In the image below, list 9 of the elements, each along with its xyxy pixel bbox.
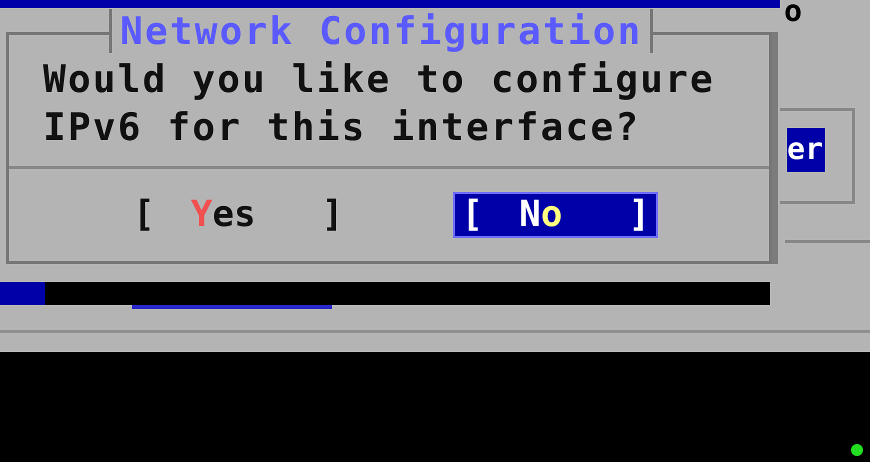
progress-fill — [0, 282, 45, 305]
dialog-button[interactable]: [ Yes ] — [127, 194, 350, 236]
dialog-message: IPv6 for this interface? — [43, 104, 642, 151]
status-led-icon — [851, 444, 863, 456]
background-button[interactable]: er — [787, 128, 826, 172]
dialog-button[interactable]: [ No ] — [455, 194, 656, 236]
dialog-title: Network Configuration — [109, 9, 654, 53]
window-text: o — [784, 0, 802, 29]
dialog-message: Would you like to configure — [43, 56, 716, 103]
